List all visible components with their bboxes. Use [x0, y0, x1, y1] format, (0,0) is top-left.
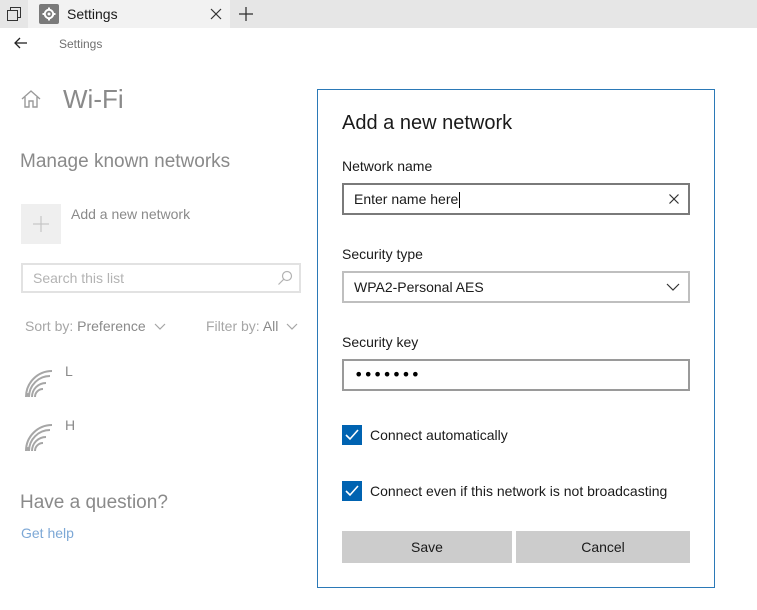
search-icon: [278, 270, 293, 285]
add-network-label[interactable]: Add a new network: [71, 206, 190, 222]
sort-dropdown[interactable]: Sort by: Preference: [25, 318, 166, 334]
network-name-label: Network name: [342, 158, 433, 174]
security-key-label: Security key: [342, 334, 419, 350]
checkbox-checked[interactable]: [342, 425, 362, 445]
security-key-value: •••••••: [354, 365, 421, 384]
clear-text-button[interactable]: [666, 191, 682, 207]
question-heading: Have a question?: [20, 492, 168, 513]
network-list-item[interactable]: H: [24, 417, 164, 457]
security-type-value: WPA2-Personal AES: [354, 279, 484, 295]
security-type-select[interactable]: WPA2-Personal AES: [342, 271, 690, 303]
get-help-link[interactable]: Get help: [21, 525, 74, 541]
plus-icon: [239, 7, 253, 21]
security-key-field[interactable]: •••••••: [342, 359, 690, 391]
checkmark-icon: [345, 429, 359, 441]
tab-close-button[interactable]: [202, 0, 230, 28]
connect-hidden-checkbox[interactable]: Connect even if this network is not broa…: [342, 481, 667, 501]
connect-automatically-checkbox[interactable]: Connect automatically: [342, 425, 508, 445]
breadcrumb: Settings: [59, 37, 103, 51]
chevron-down-icon: [666, 283, 680, 291]
connect-automatically-label: Connect automatically: [370, 427, 508, 443]
home-icon[interactable]: [20, 88, 42, 110]
back-button[interactable]: [10, 32, 32, 54]
title-bar: Settings: [0, 0, 757, 28]
settings-gear-icon: [39, 4, 59, 24]
add-network-dialog: Add a new network Network name Enter nam…: [317, 89, 715, 588]
search-placeholder: Search this list: [33, 270, 125, 286]
wifi-icon: [25, 370, 53, 398]
chevron-down-icon: [154, 323, 165, 331]
add-network-button[interactable]: [21, 204, 61, 244]
tab-settings[interactable]: Settings: [28, 0, 230, 28]
filter-value: All: [262, 318, 279, 334]
back-arrow-icon: [14, 37, 27, 49]
new-tab-button[interactable]: [232, 0, 260, 28]
network-name-value: Enter name here: [354, 191, 461, 209]
network-name-field[interactable]: Enter name here: [342, 183, 690, 215]
dialog-title: Add a new network: [342, 112, 513, 134]
filter-label: Filter by:: [206, 318, 260, 334]
tab-title: Settings: [67, 6, 118, 22]
chevron-down-icon: [286, 323, 298, 331]
checkbox-checked[interactable]: [342, 481, 362, 501]
task-view-button[interactable]: [0, 0, 28, 28]
network-name: H: [65, 417, 76, 433]
text-caret: [459, 192, 461, 209]
connect-hidden-label: Connect even if this network is not broa…: [370, 483, 668, 499]
close-icon: [669, 194, 679, 204]
sort-label: Sort by:: [25, 318, 74, 334]
network-list-item[interactable]: L: [24, 363, 164, 403]
checkmark-icon: [345, 485, 359, 497]
wifi-icon: [25, 424, 53, 452]
search-input[interactable]: Search this list: [21, 263, 301, 293]
close-icon: [210, 8, 222, 20]
plus-icon: [33, 216, 49, 232]
task-view-icon: [7, 7, 21, 21]
save-button[interactable]: Save: [342, 531, 512, 563]
security-type-label: Security type: [342, 246, 423, 262]
network-name: L: [65, 363, 73, 379]
page-title: Wi-Fi: [63, 84, 124, 114]
cancel-button[interactable]: Cancel: [516, 531, 690, 563]
filter-dropdown[interactable]: Filter by: All: [206, 318, 298, 334]
sort-value: Preference: [77, 318, 146, 334]
section-title: Manage known networks: [20, 151, 231, 172]
